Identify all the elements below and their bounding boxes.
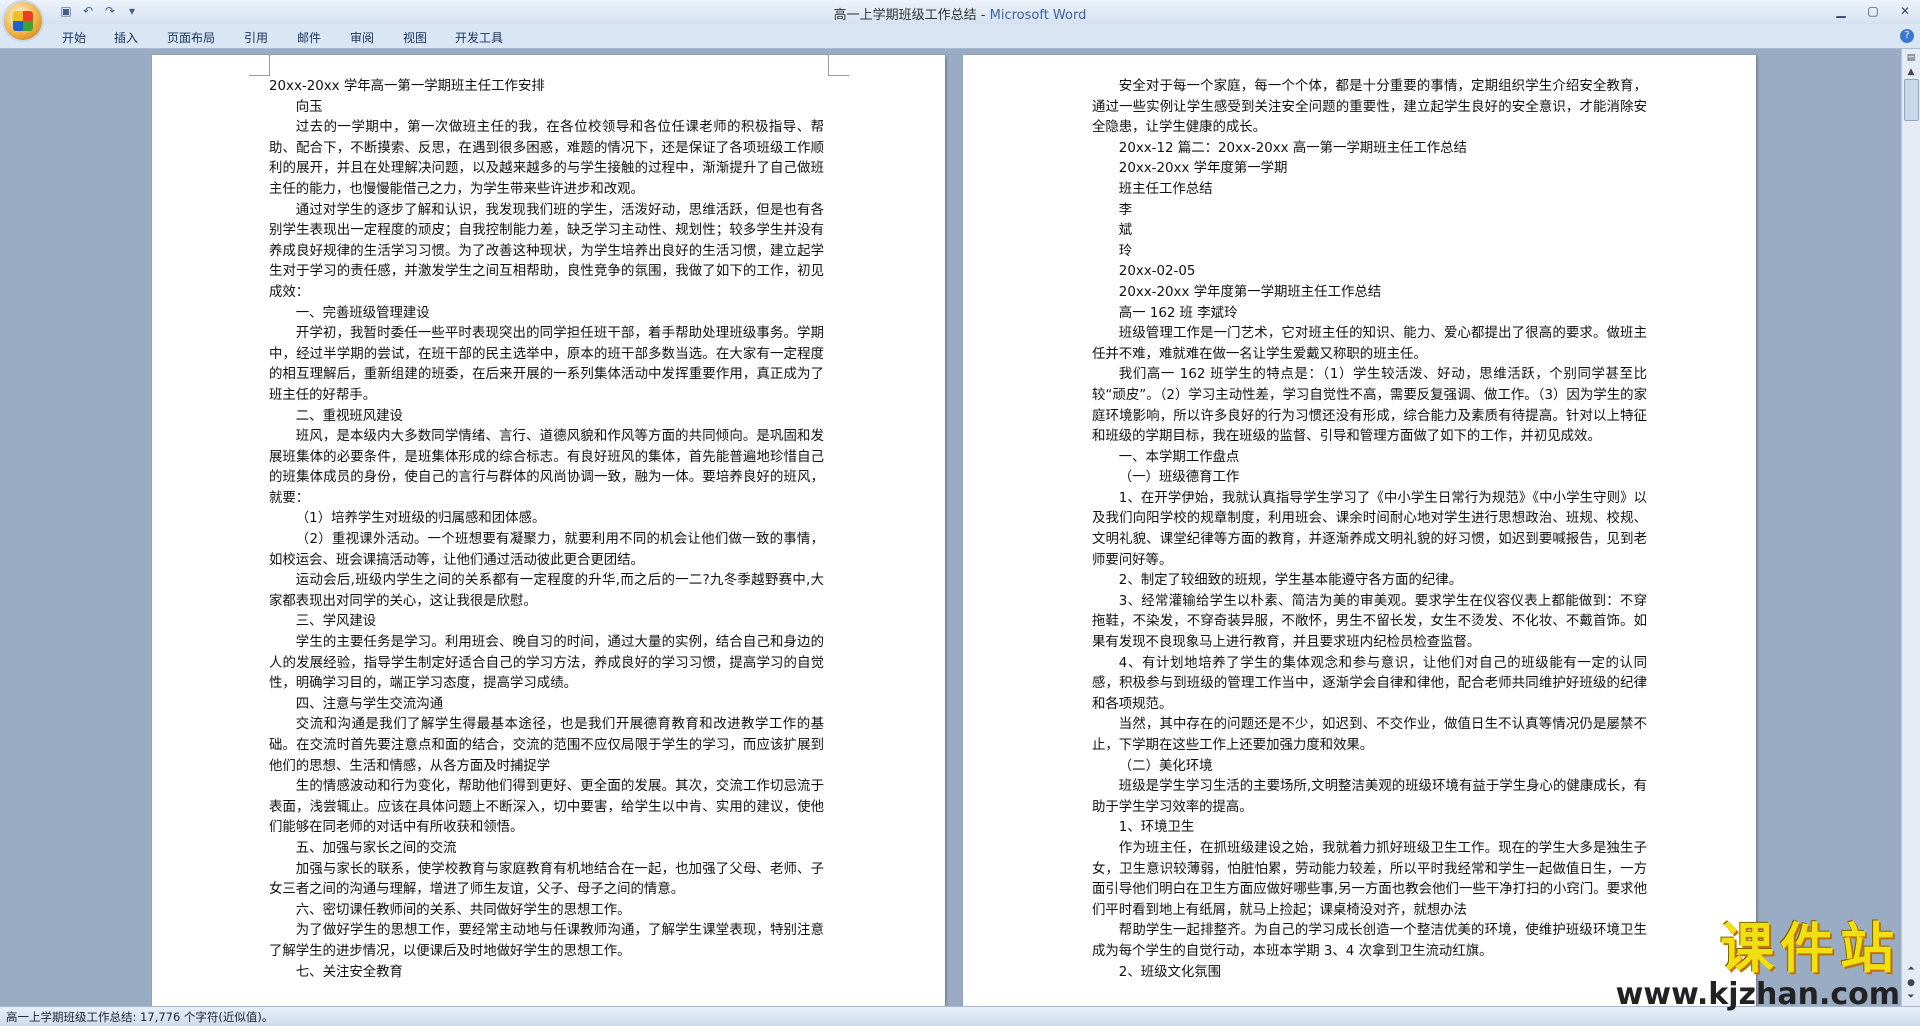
watermark-logo-text: 课件站 — [1720, 917, 1900, 980]
document-name: 高一上学期班级工作总结 — [833, 8, 977, 23]
title-bar: ▣ ↶ ↷ ▾ 高一上学期班级工作总结 - Microsoft Word ▁ ▢… — [0, 0, 1920, 25]
scroll-thumb[interactable] — [1904, 79, 1919, 121]
paragraph: 高一 162 班 李斌玲 — [1118, 305, 1238, 321]
paragraph: 3、经常灌输给学生以朴素、简洁为美的审美观。要求学生在仪容仪表上都能做到：不穿拖… — [1092, 593, 1647, 651]
paragraph: 加强与家长的联系，使学校教育与家庭教育有机地结合在一起，也加强了父母、老师、子女… — [269, 861, 824, 898]
paragraph: 向玉 — [295, 99, 323, 115]
paragraph: 六、密切课任教师间的关系、共同做好学生的思想工作。 — [295, 902, 631, 918]
paragraph: 4、有计划地培养了学生的集体观念和参与意识，让他们对自己的班级能有一定的认同感，… — [1092, 655, 1647, 712]
tab-developer[interactable]: 开发工具 — [455, 29, 503, 46]
office-logo-icon — [13, 11, 33, 31]
paragraph: 玲 — [1118, 243, 1133, 259]
paragraph: 开学初，我暂时委任一些平时表现突出的同学担任班干部，着手帮助处理班级事务。学期中… — [269, 326, 824, 403]
app-name: Microsoft Word — [989, 8, 1087, 23]
minimize-icon[interactable]: ▁ — [1832, 3, 1850, 19]
paragraph: 1、在开学伊始，我就认真指导学生学习了《中小学生日常行为规范》《中小学生守则》以… — [1092, 490, 1647, 568]
paragraph: 生的情感波动和行为变化，帮助他们得到更好、更全面的发展。其次，交流工作切忌流于表… — [269, 779, 824, 836]
paragraph: 20xx-02-05 — [1118, 264, 1196, 280]
window-title: 高一上学期班级工作总结 - Microsoft Word — [0, 4, 1920, 23]
paragraph: 2、班级文化氛围 — [1118, 964, 1222, 980]
paragraph: 1、环境卫生 — [1118, 820, 1195, 836]
select-browse-object-icon[interactable]: ● — [1904, 976, 1918, 990]
paragraph: 交流和沟通是我们了解学生得最基本途径，也是我们开展德育教育和改进教学工作的基础。… — [269, 717, 824, 774]
paragraph: 运动会后,班级内学生之间的关系都有一定程度的升华,而之后的一二?九冬季越野赛中,… — [269, 573, 824, 609]
paragraph: 为了做好学生的思想工作，要经常主动地与任课教师沟通，了解学生课堂表现，特别注意了… — [269, 923, 824, 959]
paragraph: 作为班主任，在抓班级建设之始，我就着力抓好班级卫生工作。现在的学生大多是独生子女… — [1092, 840, 1647, 918]
paragraph: 20xx-20xx 学年度第一学期 — [1118, 161, 1288, 177]
ribbon-tabs: 开始 插入 页面布局 引用 邮件 审阅 视图 开发工具 ? — [0, 24, 1920, 49]
document-page-2[interactable]: 安全对于每一个家庭，每一个个体，都是十分重要的事情，定期组织学生介绍安全教育，通… — [963, 55, 1756, 1006]
paragraph: （2）重视课外活动。一个班想要有凝聚力，就要利用不同的机会让他们做一致的事情，如… — [269, 532, 824, 568]
paragraph: 安全对于每一个家庭，每一个个体，都是十分重要的事情，定期组织学生介绍安全教育，通… — [1092, 79, 1647, 136]
paragraph: 我们高一 162 班学生的特点是：（1）学生较活泼、好动，思维活跃，个别同学甚至… — [1092, 367, 1647, 445]
paragraph: 班风，是本级内大多数同学情绪、言行、道德风貌和作风等方面的共同倾向。是巩固和发展… — [269, 429, 824, 506]
paragraph: 帮助学生一起排整齐。为自己的学习成长创造一个整洁优美的环境，使维护班级环境卫生成… — [1092, 923, 1647, 959]
close-icon[interactable]: ✕ — [1896, 3, 1914, 19]
paragraph: 20xx-20xx 学年度第一学期班主任工作总结 — [1118, 284, 1382, 300]
word-count-status[interactable]: 高一上学期班级工作总结: 17,776 个字符(近似值)。 — [6, 1009, 273, 1025]
document-page-1[interactable]: 20xx-20xx 学年高一第一学期班主任工作安排向玉过去的一学期中，第一次做班… — [152, 55, 945, 1006]
paragraph: 过去的一学期中，第一次做班主任的我，在各位校领导和各位任课老师的积极指导、帮助、… — [269, 120, 824, 197]
previous-page-icon[interactable]: ⏶ — [1904, 962, 1918, 976]
site-watermark: 课件站 www.kjzhan.com — [1616, 919, 1900, 1011]
title-separator: - — [976, 8, 990, 23]
margin-corner-mark — [828, 55, 849, 76]
paragraph: （二）美化环境 — [1118, 758, 1213, 774]
ruler-toggle-icon[interactable]: ▤ — [1904, 51, 1918, 65]
document-workspace[interactable]: 20xx-20xx 学年高一第一学期班主任工作安排向玉过去的一学期中，第一次做班… — [0, 49, 1902, 1006]
window-controls: ▁ ▢ ✕ — [1832, 3, 1914, 19]
paragraph: 当然，其中存在的问题还是不少，如迟到、不交作业，做值日生不认真等情况仍是屡禁不止… — [1092, 717, 1647, 753]
page-2-text[interactable]: 安全对于每一个家庭，每一个个体，都是十分重要的事情，定期组织学生介绍安全教育，通… — [1092, 77, 1647, 983]
office-button[interactable] — [4, 2, 42, 40]
paragraph: 班级是学生学习生活的主要场所,文明整洁美观的班级环境有益于学生身心的健康成长，有… — [1092, 779, 1647, 815]
tab-view[interactable]: 视图 — [403, 29, 427, 46]
paragraph: 四、注意与学生交流沟通 — [295, 696, 444, 712]
paragraph: 七、关注安全教育 — [295, 964, 403, 980]
next-page-icon[interactable]: ⏷ — [1904, 990, 1918, 1004]
maximize-icon[interactable]: ▢ — [1864, 3, 1882, 19]
paragraph: 五、加强与家长之间的交流 — [295, 840, 457, 856]
page-1-text[interactable]: 20xx-20xx 学年高一第一学期班主任工作安排向玉过去的一学期中，第一次做班… — [269, 77, 824, 983]
paragraph: 李 — [1118, 202, 1133, 218]
tab-review[interactable]: 审阅 — [350, 29, 374, 46]
watermark-url: www.kjzhan.com — [1615, 977, 1900, 1012]
paragraph: 三、学风建设 — [295, 614, 377, 630]
tab-insert[interactable]: 插入 — [114, 29, 138, 46]
vertical-scrollbar[interactable]: ▤ ▲ ⏶ ● ⏷ — [1901, 49, 1920, 1006]
scroll-up-icon[interactable]: ▲ — [1904, 65, 1918, 79]
paragraph: 20xx-12 篇二：20xx-20xx 高一第一学期班主任工作总结 — [1118, 140, 1467, 156]
paragraph: 一、完善班级管理建设 — [295, 305, 430, 321]
tab-mailings[interactable]: 邮件 — [297, 29, 321, 46]
tab-page-layout[interactable]: 页面布局 — [167, 29, 215, 46]
paragraph: 通过对学生的逐步了解和认识，我发现我们班的学生，活泼好动，思维活跃，但是也有各别… — [269, 202, 824, 300]
paragraph: （1）培养学生对班级的归属感和团体感。 — [295, 511, 546, 527]
paragraph: 一、本学期工作盘点 — [1118, 449, 1240, 465]
paragraph: 学生的主要任务是学习。利用班会、晚自习的时间，通过大量的实例，结合自己和身边的人… — [269, 635, 824, 692]
tab-references[interactable]: 引用 — [244, 29, 268, 46]
paragraph: （一）班级德育工作 — [1118, 470, 1240, 486]
paragraph: 2、制定了较细致的班规，学生基本能遵守各方面的纪律。 — [1118, 573, 1463, 589]
paragraph: 20xx-20xx 学年高一第一学期班主任工作安排 — [269, 79, 545, 94]
margin-corner-mark — [249, 55, 270, 76]
help-icon[interactable]: ? — [1900, 29, 1914, 43]
tab-home[interactable]: 开始 — [62, 29, 86, 46]
paragraph: 二、重视班风建设 — [295, 408, 403, 424]
paragraph: 班主任工作总结 — [1118, 181, 1213, 197]
paragraph: 斌 — [1118, 223, 1133, 239]
paragraph: 班级管理工作是一门艺术，它对班主任的知识、能力、爱心都提出了很高的要求。做班主任… — [1092, 326, 1647, 362]
